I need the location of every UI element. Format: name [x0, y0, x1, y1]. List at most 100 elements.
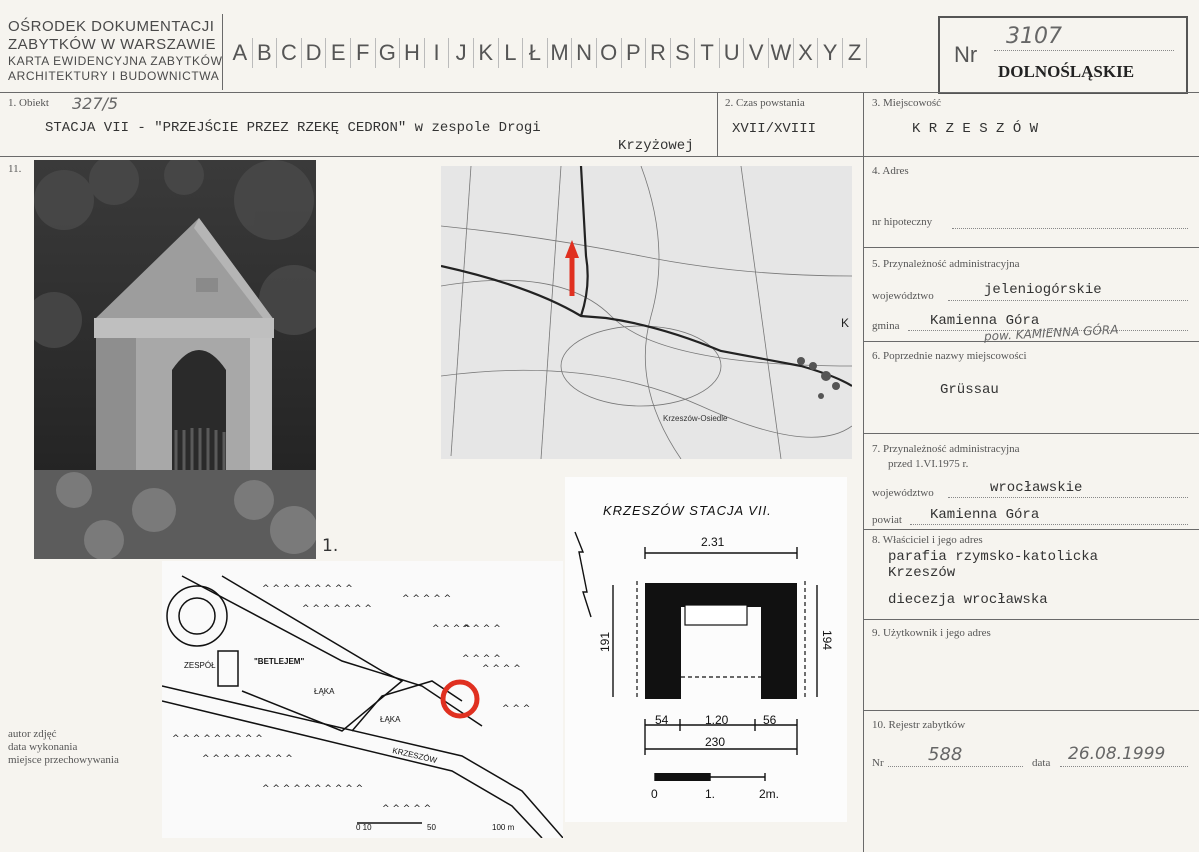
dimension-label: 191	[598, 631, 613, 653]
obiekt-number: 327/5	[72, 94, 119, 113]
dotted-line	[948, 300, 1188, 301]
gmina-label: gmina	[872, 320, 900, 332]
obiekt-label: 1. Obiekt	[8, 97, 49, 109]
miejscowosc-label: 3. Miejscowość	[872, 97, 942, 109]
index-letter: Z	[843, 38, 868, 68]
dotted-line	[888, 766, 1023, 767]
index-letter: B	[253, 38, 278, 68]
hipoteczny-label: nr hipoteczny	[872, 216, 933, 228]
svg-text:^ ^ ^ ^: ^ ^ ^ ^	[432, 624, 471, 634]
scale-label: 2m.	[759, 787, 780, 801]
divider	[863, 247, 1199, 248]
dotted-line	[952, 228, 1188, 229]
dotted-line	[908, 330, 1188, 331]
dotted-line	[1060, 766, 1188, 767]
dotted-line	[910, 524, 1188, 525]
topographic-map: Krzeszów-Osiedle K	[441, 166, 852, 459]
divider	[863, 341, 1199, 342]
number-box: Nr 3107 DOLNOŚLĄSKIE	[938, 16, 1188, 94]
przynaleznosc-label: 5. Przynależność administracyjna	[872, 258, 1020, 270]
miejsce-label: miejsce przechowywania	[8, 754, 119, 766]
wlasciciel-label: 8. Właściciel i jego adres	[872, 534, 983, 546]
adres-label: 4. Adres	[872, 165, 909, 177]
rejestr-nr-value: 588	[928, 744, 963, 765]
rejestr-nr-label: Nr	[872, 757, 884, 769]
chapel-photo	[34, 160, 316, 559]
scale-label: 50	[427, 823, 436, 832]
przed1975-label: 7. Przynależność administracyjna	[872, 443, 1020, 455]
divider	[863, 92, 864, 156]
index-letter: Y	[818, 38, 843, 68]
divider	[0, 92, 1199, 93]
scale-label: 1.	[705, 787, 716, 801]
floor-plan: KRZESZÓW STACJA VII. 2.31 191 194 54 1.2…	[565, 477, 847, 822]
index-letter: C	[277, 38, 302, 68]
map-label: "BETLEJEM"	[254, 657, 305, 666]
svg-text:^ ^ ^ ^ ^ ^ ^: ^ ^ ^ ^ ^ ^ ^	[302, 604, 372, 614]
institution-line: KARTA EWIDENCYJNA ZABYTKÓW	[8, 54, 223, 68]
obiekt-value: STACJA VII - "PRZEJŚCIE PRZEZ RZEKĘ CEDR…	[45, 120, 541, 136]
nr-label: Nr	[954, 42, 978, 67]
site-map: ^ ^ ^ ^ ^ ^ ^ ^ ^ ^ ^ ^ ^ ^ ^ ^ ^ ^ ^ ^ ^…	[162, 561, 563, 838]
svg-text:^ ^ ^ ^: ^ ^ ^ ^	[462, 654, 501, 664]
index-letter: S	[671, 38, 696, 68]
index-letter: D	[302, 38, 327, 68]
index-letter: F	[351, 38, 376, 68]
svg-text:^ ^ ^ ^ ^ ^ ^ ^ ^: ^ ^ ^ ^ ^ ^ ^ ^ ^	[172, 734, 263, 744]
wlasciciel-value: diecezja wrocławska	[888, 592, 1048, 608]
map-label: ZESPÓŁ	[184, 661, 216, 670]
scale-label: 0 10	[356, 823, 372, 832]
photo-label: 11.	[8, 163, 22, 175]
dimension-label: 1.20	[705, 713, 729, 727]
rejestr-data-value: 26.08.1999	[1068, 744, 1166, 764]
obiekt-value-cont: Krzyżowej	[618, 138, 694, 154]
index-letter: I	[425, 38, 450, 68]
index-letter: V	[744, 38, 770, 68]
institution-line: OŚRODEK DOKUMENTACJI	[8, 18, 215, 35]
divider	[863, 619, 1199, 620]
dotted-line	[994, 50, 1174, 51]
wojewodztwo2-label: województwo	[872, 487, 934, 499]
index-letter: T	[695, 38, 720, 68]
scale-label: 0	[651, 787, 658, 801]
institution-line: ZABYTKÓW W WARSZAWIE	[8, 36, 217, 53]
miejscowosc-value: K R Z E S Z Ó W	[912, 121, 1039, 137]
index-letter: G	[376, 38, 401, 68]
voivodeship-stamp: DOLNOŚLĄSKIE	[998, 62, 1135, 81]
index-letter: U	[720, 38, 745, 68]
index-letter: K	[474, 38, 499, 68]
index-letter: A	[228, 38, 253, 68]
alphabet-index: ABCDEFGHIJKLŁMNOPRSTUVWXYZ	[228, 38, 868, 68]
czas-value: XVII/XVIII	[732, 121, 817, 137]
data-wykonania-label: data wykonania	[8, 741, 78, 753]
poprzednie-value: Grüssau	[940, 382, 999, 398]
dimension-label: 230	[705, 735, 726, 749]
index-letter: Ł	[523, 38, 548, 68]
divider	[863, 433, 1199, 434]
dimension-label: 2.31	[701, 535, 725, 549]
dotted-line	[948, 497, 1188, 498]
photo-meta: autor zdjęć data wykonania miejsce przec…	[8, 728, 119, 767]
wojewodztwo-value: jeleniogórskie	[984, 282, 1102, 298]
index-letter: J	[449, 38, 474, 68]
divider	[863, 529, 1199, 530]
rejestr-data-label: data	[1032, 757, 1051, 769]
index-letter: O	[597, 38, 622, 68]
poprzednie-label: 6. Poprzednie nazwy miejscowości	[872, 350, 1027, 362]
index-letter: L	[499, 38, 524, 68]
map-label: ŁĄKA	[314, 687, 335, 696]
divider	[717, 92, 718, 156]
institution-name: OŚRODEK DOKUMENTACJI ZABYTKÓW W WARSZAWI…	[8, 18, 223, 84]
plan-title: KRZESZÓW STACJA VII.	[603, 503, 772, 518]
powiat-value: Kamienna Góra	[930, 507, 1040, 523]
dimension-label: 56	[763, 713, 777, 727]
svg-text:^ ^ ^: ^ ^ ^	[502, 704, 530, 714]
index-letter: N	[572, 38, 597, 68]
rejestr-label: 10. Rejestr zabytków	[872, 719, 966, 731]
index-letter: E	[326, 38, 351, 68]
index-letter: M	[548, 38, 573, 68]
uzytkownik-label: 9. Użytkownik i jego adres	[872, 627, 991, 639]
autor-label: autor zdjęć	[8, 728, 57, 740]
dimension-label: 54	[655, 713, 669, 727]
svg-text:^ ^ ^ ^ ^ ^ ^ ^ ^ ^: ^ ^ ^ ^ ^ ^ ^ ^ ^ ^	[262, 784, 363, 794]
